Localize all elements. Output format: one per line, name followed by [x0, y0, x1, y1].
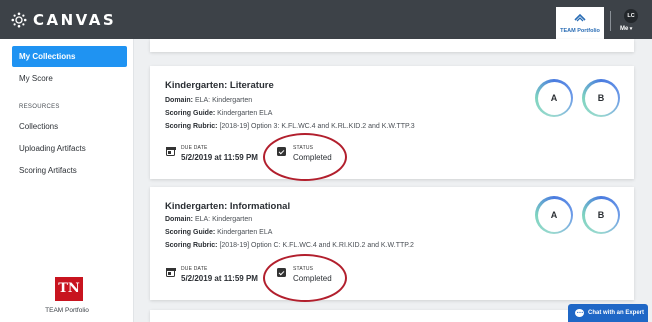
avatar[interactable]: LC	[624, 9, 638, 23]
sunburst-logo-icon	[11, 12, 27, 28]
team-portfolio-icon	[574, 13, 586, 22]
due-date-label: DUE DATE	[181, 145, 208, 151]
calendar-icon	[165, 146, 176, 156]
header-divider	[610, 11, 611, 31]
card-next	[150, 310, 634, 322]
tn-logo-label: TEAM Portfolio	[45, 307, 89, 314]
card-scoring-guide: Scoring Guide: Kindergarten ELA	[165, 229, 273, 236]
card-scoring-guide: Scoring Guide: Kindergarten ELA	[165, 110, 273, 117]
card-scoring-rubric: Scoring Rubric: [2018-19] Option C: K.FL…	[165, 242, 414, 249]
card-domain: Domain: ELA: Kindergarten	[165, 97, 253, 104]
score-circle-a[interactable]: A	[535, 196, 573, 234]
calendar-icon	[165, 267, 176, 277]
chat-bubble-icon	[575, 303, 584, 321]
sidebar: My Collections My Score RESOURCES Collec…	[0, 39, 134, 322]
card-domain: Domain: ELA: Kindergarten	[165, 216, 253, 223]
tn-logo: TN	[55, 277, 83, 301]
card-scoring-rubric: Scoring Rubric: [2018-19] Option 3: K.FL…	[165, 123, 415, 130]
sidebar-section-resources: RESOURCES	[19, 104, 60, 110]
sidebar-item-my-score[interactable]: My Score	[11, 74, 126, 83]
sidebar-item-collections[interactable]: Collections	[11, 122, 126, 131]
highlight-circle	[263, 254, 347, 302]
canvas-logo[interactable]: CANVAS	[11, 11, 116, 29]
team-portfolio-tab[interactable]: TEAM Portfolio	[556, 7, 604, 39]
user-menu[interactable]: Me ▾	[620, 26, 632, 32]
chat-with-expert-button[interactable]: Chat with an Expert	[568, 303, 648, 322]
due-date-value: 5/2/2019 at 11:59 PM	[181, 274, 258, 283]
top-bar: CANVAS TEAM Portfolio LC Me ▾	[0, 0, 652, 39]
chat-button-label: Chat with an Expert	[588, 310, 645, 316]
sidebar-item-my-collections[interactable]: My Collections	[12, 46, 127, 67]
caret-down-icon: ▾	[628, 26, 633, 32]
app-name: CANVAS	[33, 11, 117, 29]
card-title[interactable]: Kindergarten: Informational	[165, 201, 290, 212]
collection-card[interactable]: Kindergarten: Informational Domain: ELA:…	[150, 187, 634, 302]
sidebar-item-scoring-artifacts[interactable]: Scoring Artifacts	[11, 166, 126, 175]
card-title[interactable]: Kindergarten: Literature	[165, 80, 274, 91]
collection-card[interactable]: Kindergarten: Literature Domain: ELA: Ki…	[150, 66, 634, 181]
card-previous	[150, 39, 634, 52]
due-date-value: 5/2/2019 at 11:59 PM	[181, 153, 258, 162]
sidebar-item-uploading-artifacts[interactable]: Uploading Artifacts	[11, 144, 126, 153]
score-circle-b[interactable]: B	[582, 196, 620, 234]
team-portfolio-tab-label: TEAM Portfolio	[560, 28, 600, 34]
score-circle-b[interactable]: B	[582, 79, 620, 117]
highlight-circle	[263, 133, 347, 181]
due-date-label: DUE DATE	[181, 266, 208, 272]
score-circle-a[interactable]: A	[535, 79, 573, 117]
